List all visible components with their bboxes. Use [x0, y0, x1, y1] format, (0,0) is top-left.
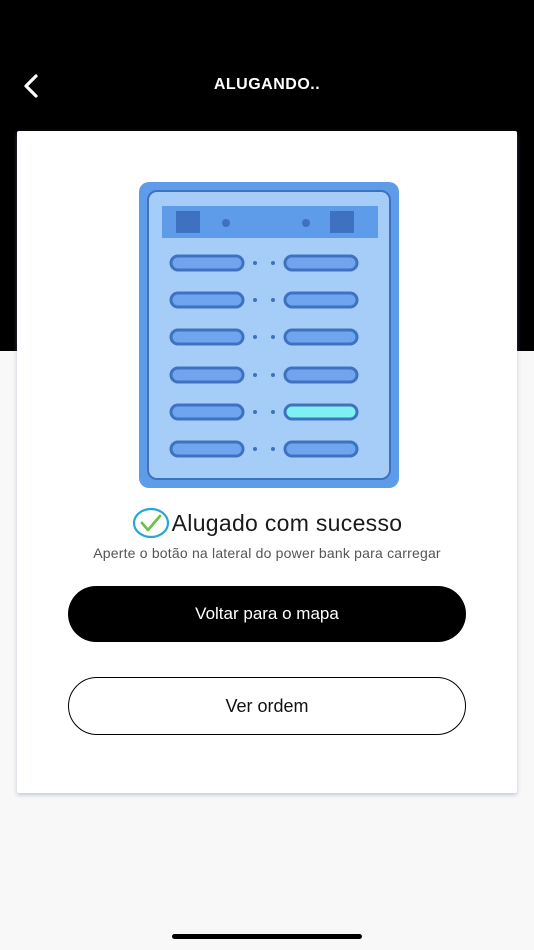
power-bank-station-icon: [139, 182, 399, 488]
slot-dot: [271, 298, 275, 302]
home-indicator: [172, 934, 362, 939]
slot: [169, 291, 245, 309]
view-order-label: Ver ordem: [225, 695, 309, 716]
slot: [169, 403, 245, 421]
check-circle-icon: [132, 507, 169, 539]
slot-dot: [253, 373, 257, 377]
active-slot: [283, 403, 359, 421]
slot-dot: [253, 298, 257, 302]
back-button[interactable]: [14, 68, 50, 104]
slot: [283, 328, 359, 346]
slot: [283, 291, 359, 309]
slot-dot: [271, 373, 275, 377]
view-order-button[interactable]: Ver ordem: [68, 677, 466, 735]
slot: [169, 328, 245, 346]
status-row: Alugado com sucesso: [17, 503, 517, 543]
slot-dot: [271, 410, 275, 414]
status-title: Alugado com sucesso: [171, 509, 403, 536]
slot: [283, 366, 359, 384]
slot-dot: [271, 261, 275, 265]
back-to-map-label: Voltar para o mapa: [195, 604, 339, 623]
chevron-left-icon: [24, 74, 38, 98]
slot-dot: [271, 335, 275, 339]
slot-dot: [253, 410, 257, 414]
status-subtitle: Aperte o botão na lateral do power bank …: [93, 545, 441, 561]
nav-bar: ALUGANDO..: [0, 60, 534, 110]
slot: [283, 440, 359, 458]
slot-dot: [253, 335, 257, 339]
back-to-map-button[interactable]: Voltar para o mapa: [68, 586, 466, 642]
result-card: Alugado com sucesso Aperte o botão na la…: [17, 131, 517, 793]
slot-dot: [253, 447, 257, 451]
slot: [169, 254, 245, 272]
slot: [169, 440, 245, 458]
slot-dot: [253, 261, 257, 265]
page-title: ALUGANDO..: [213, 76, 321, 93]
slot-dot: [271, 447, 275, 451]
slot: [283, 254, 359, 272]
slot: [169, 366, 245, 384]
